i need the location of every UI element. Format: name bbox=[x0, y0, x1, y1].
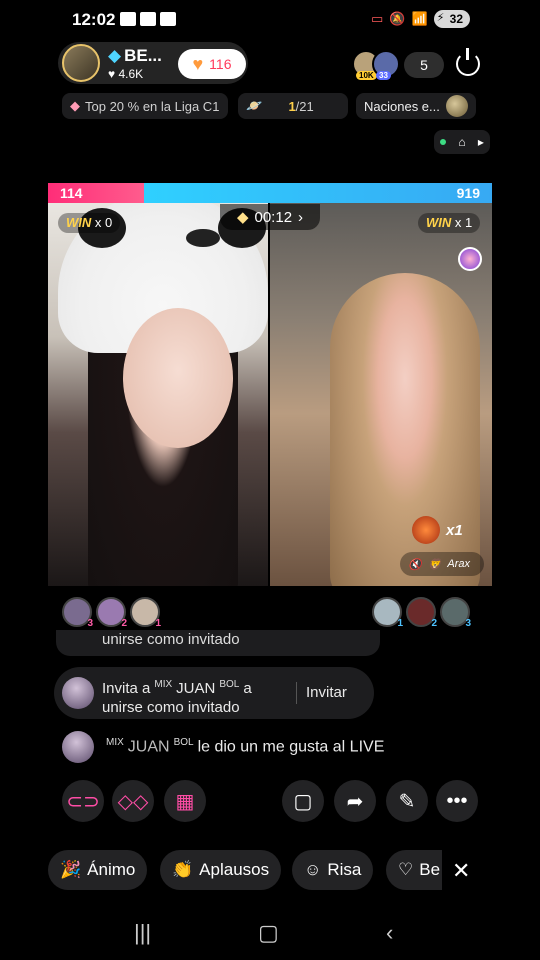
gift-icon bbox=[412, 516, 440, 544]
diamond-badge-icon: ◆ bbox=[108, 46, 122, 65]
status-time: 12:02 bbox=[72, 10, 116, 29]
win-count-left: WIN x 0 bbox=[58, 213, 121, 233]
diamond-icon: ◆ bbox=[236, 209, 249, 226]
supporter-avatar[interactable]: 2 bbox=[96, 597, 127, 629]
host-name[interactable]: ◆ BE... bbox=[108, 46, 162, 66]
heart-icon: ♡ bbox=[398, 860, 414, 879]
top-viewers[interactable]: 10K 33 bbox=[352, 50, 400, 80]
nations-pill[interactable]: Naciones e... bbox=[356, 93, 476, 119]
face bbox=[123, 308, 233, 448]
reaction-aplausos[interactable]: 👏 Aplausos bbox=[160, 850, 282, 890]
rank-pill[interactable]: 🪐 1/21 bbox=[238, 93, 348, 119]
supporter-avatar[interactable]: 1 bbox=[130, 597, 161, 629]
mute-icon: 🔕 bbox=[389, 11, 406, 26]
host-avatar[interactable] bbox=[62, 44, 100, 82]
battery-indicator: 32 bbox=[433, 10, 470, 28]
magic-wand-icon[interactable]: ✎ bbox=[386, 780, 428, 822]
reaction-risa[interactable]: ☺ Risa bbox=[292, 850, 374, 890]
user-avatar[interactable] bbox=[62, 731, 94, 763]
system-status: ▭ 🔕 📶 32 bbox=[371, 10, 470, 28]
power-icon[interactable] bbox=[456, 48, 480, 76]
supporters-left[interactable]: 3 2 1 bbox=[62, 597, 161, 629]
tiktok-icon bbox=[160, 12, 176, 26]
supporter-avatar[interactable]: 3 bbox=[440, 597, 471, 629]
battle-score-bar: 114 919 bbox=[48, 183, 492, 203]
live-controls-pill[interactable]: ⌂ ▸ bbox=[434, 130, 490, 154]
lion-icon: 🦁 bbox=[427, 558, 442, 571]
share-arrow-icon[interactable]: ➦ bbox=[334, 780, 376, 822]
viewer-count[interactable]: 5 bbox=[404, 52, 444, 78]
notification-icons bbox=[120, 12, 176, 26]
supporter-avatar[interactable]: 1 bbox=[372, 597, 403, 629]
link-guest-icon[interactable]: ⊂⊃ bbox=[62, 780, 104, 822]
supporters-right[interactable]: 1 2 3 bbox=[372, 597, 471, 629]
home-button-icon[interactable]: ▢ bbox=[258, 920, 279, 946]
recent-apps-icon[interactable]: ||| bbox=[134, 920, 151, 946]
rank-text: 1/21 bbox=[288, 98, 314, 114]
divider bbox=[296, 682, 297, 704]
opponent-audio-tag[interactable]: 🔇 🦁 Arax bbox=[400, 552, 484, 576]
follow-button[interactable]: ♥ 116 bbox=[178, 49, 246, 79]
nation-flag-icon bbox=[446, 95, 468, 117]
like-message: MIX JUAN BOL le dio un me gusta al LIVE bbox=[106, 737, 385, 756]
invite-button[interactable]: Invitar bbox=[306, 684, 347, 701]
clap-icon: 👏 bbox=[172, 860, 194, 879]
score-right: 919 bbox=[144, 183, 492, 203]
battle-icon[interactable]: ◇◇ bbox=[112, 780, 154, 822]
more-dots-icon[interactable]: ••• bbox=[436, 780, 478, 822]
invite-message: Invita a MIX JUAN BOL a unirse como invitado bbox=[102, 679, 252, 716]
party-popper-icon: 🎉 bbox=[60, 860, 82, 879]
supporter-avatar[interactable]: 3 bbox=[62, 597, 93, 629]
battle-timer[interactable]: ◆ 00:12 › bbox=[220, 204, 320, 230]
heart-icon: ♥ bbox=[192, 53, 204, 74]
apps-grid-icon[interactable]: ▦ bbox=[164, 780, 206, 822]
supporter-avatar[interactable]: 2 bbox=[406, 597, 437, 629]
back-icon[interactable]: ‹ bbox=[386, 920, 393, 946]
wifi-icon: 📶 bbox=[411, 11, 428, 26]
chat-message-partial: unirse como invitado bbox=[56, 630, 380, 656]
host-likes: ♥ 4.6K bbox=[108, 67, 144, 81]
chat-bubble-icon[interactable]: ▢ bbox=[282, 780, 324, 822]
cast-icon: ▭ bbox=[370, 11, 384, 26]
chevron-right-icon: › bbox=[298, 208, 304, 226]
reaction-be[interactable]: ♡ Be bbox=[386, 850, 442, 890]
opponent-badge-icon[interactable] bbox=[458, 247, 482, 271]
user-avatar[interactable] bbox=[62, 677, 94, 709]
diamond-icon: ◆ bbox=[70, 98, 80, 113]
reaction-animo[interactable]: 🎉 Ánimo bbox=[48, 850, 148, 890]
host-video-left[interactable] bbox=[48, 203, 268, 586]
online-dot-icon bbox=[440, 139, 447, 145]
gift-multiplier: x1 bbox=[412, 516, 463, 544]
close-icon[interactable]: ✕ bbox=[452, 858, 470, 884]
viewer-avatar[interactable]: 33 bbox=[372, 50, 400, 80]
speaker-muted-icon: 🔇 bbox=[408, 558, 422, 571]
home-icon: ⌂ bbox=[458, 135, 466, 149]
planet-icon: 🪐 bbox=[246, 98, 263, 113]
app-notification-icon bbox=[120, 12, 136, 26]
win-count-right: WIN x 1 bbox=[418, 213, 481, 233]
youtube-icon bbox=[140, 12, 156, 26]
play-icon: ▸ bbox=[477, 135, 484, 149]
league-pill[interactable]: ◆ Top 20 % en la Liga C1 bbox=[62, 93, 228, 119]
score-left: 114 bbox=[48, 183, 144, 203]
laugh-icon: ☺ bbox=[304, 860, 322, 879]
panda-eye bbox=[186, 229, 220, 247]
